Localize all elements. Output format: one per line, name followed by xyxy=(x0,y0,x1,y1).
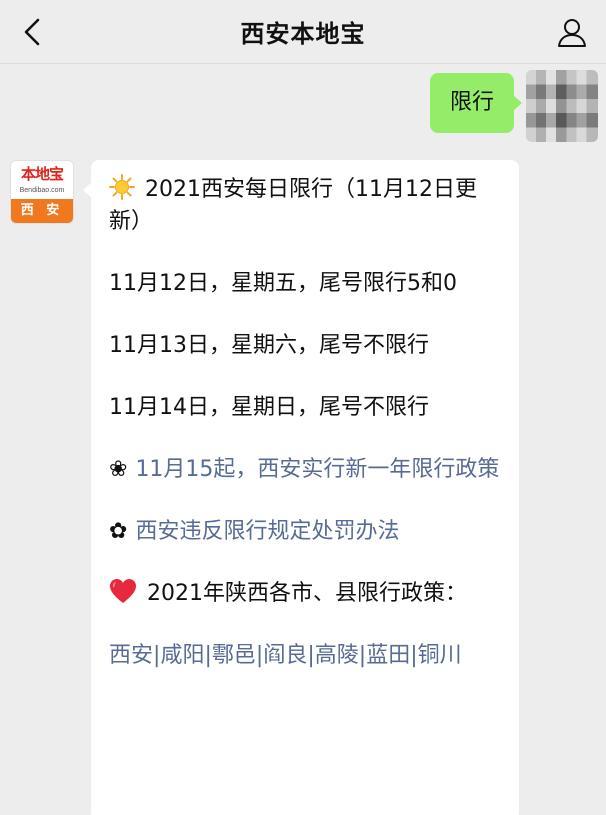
navigation-bar: 西安本地宝 xyxy=(0,0,606,64)
city-link-lantian[interactable]: 蓝田 xyxy=(366,643,410,668)
chat-area[interactable]: 限行 本地宝 Bendibao.com 西 安 2021西安每日限行（11月12… xyxy=(0,64,606,815)
logo-subtext: Bendibao.com xyxy=(19,187,65,194)
user-avatar[interactable] xyxy=(526,70,598,142)
heart-icon xyxy=(110,579,136,603)
flower-icon: ❀ xyxy=(109,457,128,482)
penalty-link[interactable]: 西安违反限行规定处罚办法 xyxy=(135,519,399,544)
outgoing-message[interactable]: 限行 xyxy=(429,73,523,133)
bendibao-logo: 本地宝 Bendibao.com xyxy=(11,161,73,201)
new-policy-link[interactable]: 11月15起，西安实行新一年限行政策 xyxy=(135,457,499,482)
title-text: 2021西安每日限行（11月12日更新） xyxy=(109,177,477,234)
profile-button[interactable] xyxy=(552,12,592,52)
sun-icon xyxy=(109,174,135,200)
city-link-tongchuan[interactable]: 铜川 xyxy=(418,643,462,668)
bot-avatar[interactable]: 本地宝 Bendibao.com 西 安 xyxy=(10,160,74,224)
page-title: 西安本地宝 xyxy=(240,20,366,48)
message-line-saturday: 11月13日，星期六，尾号不限行 xyxy=(109,333,429,358)
city-link-huyi[interactable]: 鄠邑 xyxy=(212,643,256,668)
person-icon xyxy=(558,19,586,47)
blossom-icon: ✿ xyxy=(109,519,128,544)
province-policy-heading: 2021年陕西各市、县限行政策： xyxy=(109,578,501,610)
logo-text: 本地宝 xyxy=(20,165,64,183)
separator: | xyxy=(204,643,212,668)
new-policy-link-row: ❀ 11月15起，西安实行新一年限行政策 xyxy=(109,454,501,486)
message-line-friday: 11月12日，星期五，尾号限行5和0 xyxy=(109,271,457,296)
separator: | xyxy=(410,643,418,668)
city-link-xianyang[interactable]: 咸阳 xyxy=(160,643,204,668)
city-link-gaoling[interactable]: 高陵 xyxy=(315,643,359,668)
incoming-message: 2021西安每日限行（11月12日更新） 11月12日，星期五，尾号限行5和0 … xyxy=(83,160,519,815)
separator: | xyxy=(307,643,315,668)
city-links: 西安|咸阳|鄠邑|阎良|高陵|蓝田|铜川 xyxy=(109,640,501,672)
city-link-xian[interactable]: 西安 xyxy=(109,643,153,668)
message-line-sunday: 11月14日，星期日，尾号不限行 xyxy=(109,395,429,420)
province-policy-text: 2021年陕西各市、县限行政策： xyxy=(147,581,467,606)
city-link-yanliang[interactable]: 阎良 xyxy=(263,643,307,668)
penalty-link-row: ✿ 西安违反限行规定处罚办法 xyxy=(109,516,501,548)
city-label: 西 安 xyxy=(11,199,73,223)
message-line-title: 2021西安每日限行（11月12日更新） xyxy=(109,174,501,238)
